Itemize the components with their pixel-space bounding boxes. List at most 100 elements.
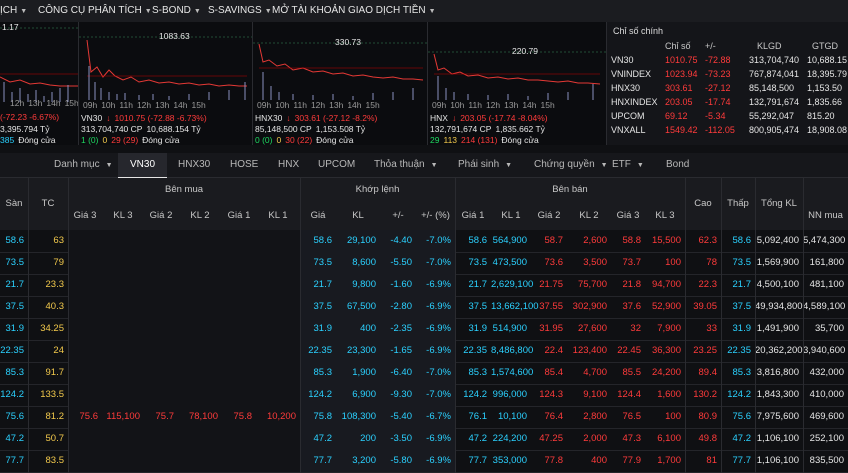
cell-san: 58.6 [5, 235, 25, 246]
tab-danh-muc[interactable]: Danh mục ▼ [46, 153, 121, 177]
index-row[interactable]: VNXALL 1549.42 -112.05 800,905,474 18,908.08 [607, 125, 848, 138]
cell-kl: 67,500 [336, 296, 380, 318]
index-row[interactable]: VN30 1010.75 -72.88 313,704,740 10,688.15 [607, 55, 848, 68]
index-panel-header: Chỉ số +/- KLGD GTGD [665, 41, 838, 51]
chevron-down-icon: ▼ [144, 8, 152, 15]
cell-b2 [144, 252, 178, 274]
cell-san: 47.2 [5, 433, 25, 444]
cell-s2: 124.3 [539, 389, 563, 400]
nav-item-s-bond[interactable]: S-BOND ▼ [152, 0, 201, 22]
cell-s3: 124.4 [617, 389, 641, 400]
cell-nn: 469,600 [809, 411, 844, 422]
chart-counts: 385 Đóng cửa [0, 135, 56, 145]
chart-change-row: VN30 ↓ 1010.75 (-72.88 -6.73%) [81, 113, 207, 123]
nav-item-s-savings[interactable]: S-SAVINGS ▼ [208, 0, 272, 22]
cell-cao: 78 [706, 257, 717, 268]
cell-sk3: 52,900 [651, 301, 681, 312]
cell-kl: 1,900 [336, 362, 380, 384]
cell-ch: -9.30 [380, 384, 416, 406]
nav-item-giao-dich-tien[interactable]: GIAO DỊCH TIỀN ▼ [348, 0, 436, 22]
cell-nn: 432,000 [809, 367, 844, 378]
chevron-down-icon: ▼ [105, 162, 113, 169]
index-vol: 85,148,500 [749, 83, 795, 93]
index-val: 10,688.15 [807, 55, 848, 65]
cell-sk2: 2,000 [583, 433, 607, 444]
index-vol: 313,704,740 [749, 55, 800, 65]
cell-thap: 37.5 [732, 301, 752, 312]
column-divider [68, 178, 69, 473]
nav-item-mo-tai-khoan[interactable]: MỞ TÀI KHOẢN [272, 0, 345, 22]
cell-sk1: 8,486,800 [491, 345, 534, 356]
tab-bond[interactable]: Bond [660, 153, 695, 177]
cell-bk2 [178, 340, 222, 362]
cell-bk1 [256, 450, 300, 472]
col-mua-kl2: KL 2 [190, 210, 210, 221]
tab-hnx[interactable]: HNX [272, 153, 305, 177]
chart-panels: 1.17 12h 13h 14h 15h (-72.23 -6.67%) 3,395.… [0, 22, 848, 145]
cell-s2: 85.4 [544, 367, 564, 378]
column-divider [803, 178, 804, 473]
cell-sk3: 24,200 [651, 367, 681, 378]
cell-s1: 73.5 [468, 257, 488, 268]
tab-hnx30[interactable]: HNX30 [172, 153, 216, 177]
cell-b3 [68, 340, 102, 362]
chart-change-row: HNX30 ↓ 303.61 (-27.12 -8.2%) [255, 113, 378, 123]
nav-item-cong-cu[interactable]: CÔNG CỤ PHÂN TÍCH ▼ [38, 0, 152, 22]
cell-bk3 [102, 252, 144, 274]
cell-sk1: 514,900 [492, 323, 527, 334]
tab-upcom[interactable]: UPCOM [312, 153, 361, 177]
chart-hnx30[interactable]: 330.73 09h 10h 11h 12h 13h 14h 15h HNX30 ↓ 303.6… [253, 22, 428, 145]
index-row[interactable]: UPCOM 69.12 -5.34 55,292,047 815.20 [607, 111, 848, 124]
col-ban-kl2: KL 2 [579, 210, 599, 221]
index-row[interactable]: HNX30 303.61 -27.12 85,148,500 1,153.50 [607, 83, 848, 96]
cell-pct: -7.0% [416, 252, 455, 274]
cell-s3: 37.6 [622, 301, 642, 312]
cell-thap: 73.5 [732, 257, 752, 268]
tab-thoa-thuan[interactable]: Thỏa thuận ▼ [368, 153, 444, 177]
chart-vnindex[interactable]: 1.17 12h 13h 14h 15h (-72.23 -6.67%) 3,395.… [0, 22, 79, 145]
cell-s3: 58.8 [622, 235, 642, 246]
cell-b3 [68, 428, 102, 450]
cell-b1 [222, 252, 256, 274]
index-vol: 767,874,041 [749, 69, 800, 79]
chart-hnx[interactable]: 220.79 09h 10h 11h 12h 13h 14h 15h HNX ↓ 203.05 … [428, 22, 607, 145]
cell-tkl: 1,843,300 [756, 389, 799, 400]
index-row[interactable]: HNXINDEX 203.05 -17.74 132,791,674 1,835.66 [607, 97, 848, 110]
cell-p: 85.3 [300, 362, 336, 384]
chevron-down-icon: ▼ [428, 8, 436, 15]
cell-kl: 23,300 [336, 340, 380, 362]
cell-sk2: 400 [591, 455, 607, 466]
nav-item-giao-dich[interactable]: ỊCH ▼ [0, 0, 27, 22]
cell-b1 [222, 318, 256, 340]
cell-bk2 [178, 318, 222, 340]
cell-sk2: 2,800 [583, 411, 607, 422]
cell-tkl: 1,106,100 [756, 455, 799, 466]
cell-sk1: 996,000 [492, 389, 527, 400]
col-mua-kl3: KL 3 [113, 210, 133, 221]
cell-p: 58.6 [300, 230, 336, 252]
cell-tkl: 4,500,100 [756, 279, 799, 290]
tab-etf[interactable]: ETF ▼ [606, 153, 650, 177]
tab-chung-quyen[interactable]: Chứng quyền ▼ [528, 153, 614, 177]
chart-vn30[interactable]: 1083.63 09h 10h 11h 12h 13h 14h 15h VN30 ↓ 1010.… [79, 22, 253, 145]
cell-ch: -1.65 [380, 340, 416, 362]
cell-ch: -5.80 [380, 450, 416, 472]
tab-hose[interactable]: HOSE [224, 153, 264, 177]
cell-bk3 [102, 230, 144, 252]
chart-counts: 0 (0) 0 30 (22) Đóng cửa [255, 135, 354, 145]
index-value: 1549.42 [665, 125, 698, 135]
cell-cao: 49.8 [698, 433, 718, 444]
tab-vn30[interactable]: VN30 [118, 153, 168, 179]
cell-b3 [68, 230, 102, 252]
chart-time-axis: 09h 10h 11h 12h 13h 14h 15h [432, 100, 555, 110]
cell-sk1: 564,900 [492, 235, 527, 246]
cell-nn: 5,474,300 [803, 235, 846, 246]
index-row[interactable]: VNINDEX 1023.94 -73.23 767,874,041 18,395.79 [607, 69, 848, 82]
tab-phai-sinh[interactable]: Phái sinh ▼ [452, 153, 518, 177]
cell-b2 [144, 450, 178, 472]
cell-s3: 32 [630, 323, 641, 334]
chart-volume-row: 313,704,740 CP 10,688.154 Tỷ [81, 124, 201, 134]
cell-sk2: 27,600 [577, 323, 607, 334]
index-val: 1,153.50 [807, 83, 843, 93]
cell-s1: 21.7 [468, 279, 488, 290]
